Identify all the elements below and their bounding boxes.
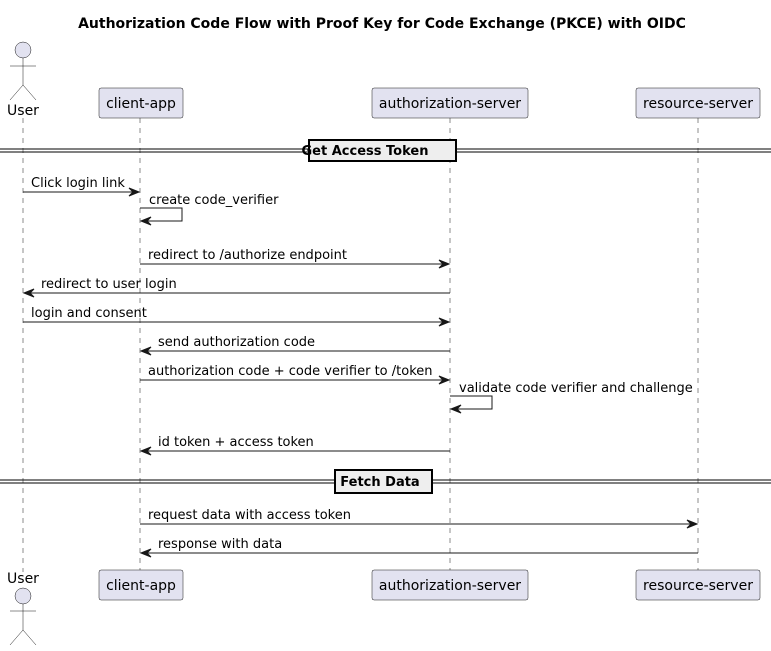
message-label: create code_verifier [149, 193, 279, 208]
divider-label: Fetch Data [340, 475, 419, 490]
message: redirect to /authorize endpoint [140, 248, 451, 269]
message-label: validate code verifier and challenge [459, 381, 693, 396]
message: create code_verifier [139, 193, 279, 226]
messages: Click login link create code_verifierredi… [22, 176, 699, 558]
actor-head-icon [14, 41, 32, 59]
participant-resource-server-bottom: resource-server [635, 569, 761, 601]
actor-label: User [7, 571, 39, 587]
message-label: response with data [158, 537, 282, 552]
participant-resource-server-top: resource-server [635, 87, 761, 119]
message: authorization code + code verifier to /t… [140, 364, 451, 385]
divider-label: Get Access Token [302, 144, 429, 159]
participant-authorization-server-top: authorization-server [371, 87, 529, 119]
message-label: id token + access token [158, 435, 314, 450]
message: login and consent [23, 306, 451, 327]
message-label: redirect to user login [41, 277, 177, 292]
message: response with data [139, 537, 698, 558]
message: send authorization code [139, 335, 450, 356]
participant-label: authorization-server [379, 96, 521, 112]
participant-label: client-app [106, 578, 176, 594]
sequence-diagram: Authorization Code Flow with Proof Key f… [0, 16, 771, 646]
actor-user-bottom: User [7, 571, 39, 646]
participant-label: authorization-server [379, 578, 521, 594]
actor-user-top: User [7, 41, 39, 119]
message: redirect to user login [22, 277, 450, 298]
message-label: request data with access token [148, 508, 351, 523]
divider-fetch-data: Fetch Data [0, 469, 771, 494]
participant-client-app-bottom: client-app [98, 569, 184, 601]
message: id token + access token [139, 435, 450, 456]
participant-authorization-server-bottom: authorization-server [371, 569, 529, 601]
message: request data with access token [140, 508, 699, 529]
participant-label: resource-server [643, 578, 753, 594]
actor-head-icon [14, 587, 32, 605]
actor-label: User [7, 103, 39, 119]
participant-label: client-app [106, 96, 176, 112]
message: Click login link [23, 176, 141, 197]
message-label: Click login link [31, 176, 125, 191]
message-label: send authorization code [158, 335, 315, 350]
participant-client-app-top: client-app [98, 87, 184, 119]
message-label: authorization code + code verifier to /t… [148, 364, 433, 379]
participant-label: resource-server [643, 96, 753, 112]
message-label: redirect to /authorize endpoint [148, 248, 347, 263]
diagram-title: Authorization Code Flow with Proof Key f… [78, 16, 686, 32]
message-label: login and consent [31, 306, 147, 321]
message: validate code verifier and challenge [449, 381, 693, 414]
divider-get-access-token: Get Access Token [0, 139, 771, 162]
